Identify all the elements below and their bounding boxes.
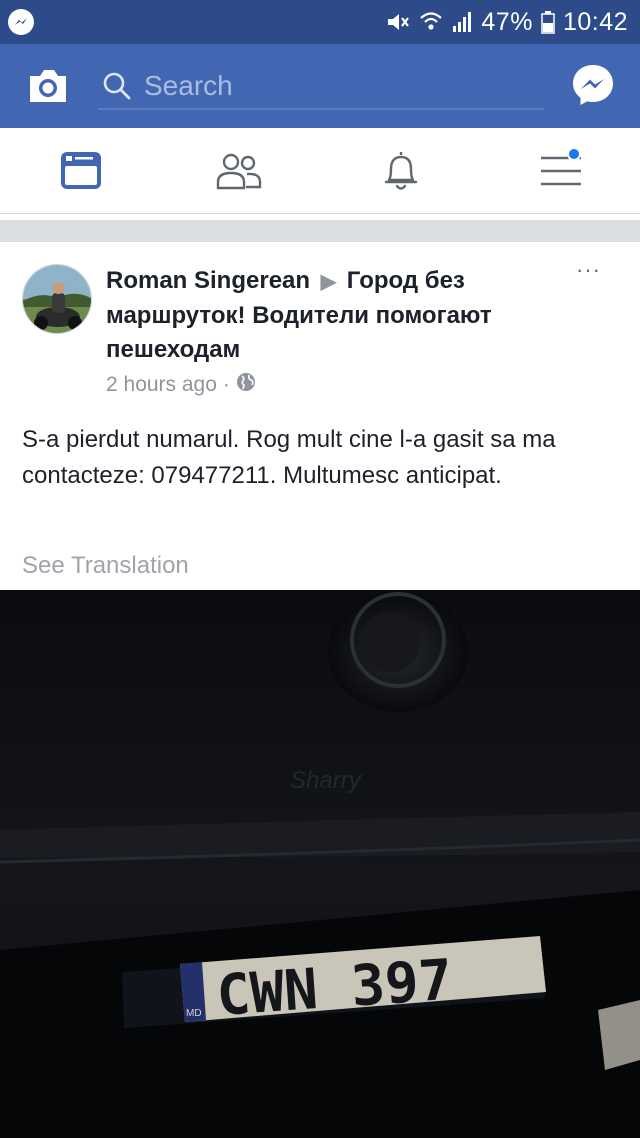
status-icons: 47% 10:42 [385, 0, 628, 44]
messenger-notification-icon [8, 9, 34, 35]
search-bar[interactable] [98, 62, 544, 110]
camera-icon[interactable] [26, 66, 70, 106]
friends-icon [216, 153, 262, 190]
wifi-icon [419, 10, 443, 34]
battery-percent: 47% [481, 7, 533, 36]
tab-notifications[interactable] [376, 146, 426, 196]
menu-badge [567, 147, 581, 161]
post-photo[interactable]: Sharry MD CWN 397 [0, 590, 640, 1138]
globe-icon [236, 372, 256, 398]
messenger-icon[interactable] [570, 62, 616, 108]
bell-icon [384, 152, 418, 190]
post-meta: 2 hours ago · [106, 370, 256, 400]
post-header: Roman Singerean ▶ Город без маршруток! В… [106, 264, 564, 367]
clock: 10:42 [562, 7, 628, 36]
more-icon[interactable]: ··· [576, 259, 610, 284]
share-arrow-icon: ▶ [320, 271, 337, 293]
tab-bar [0, 128, 640, 214]
meta-separator: · [222, 373, 230, 396]
plate-country: MD [186, 1008, 202, 1019]
avatar[interactable] [22, 264, 92, 334]
tab-news-feed[interactable] [56, 146, 106, 196]
app-header [0, 44, 640, 128]
news-feed-icon [61, 152, 101, 189]
svg-text:Sharry: Sharry [290, 767, 363, 794]
search-input[interactable] [144, 68, 534, 104]
signal-icon [451, 11, 473, 33]
tab-friends[interactable] [214, 146, 264, 196]
author-name[interactable]: Roman Singerean [106, 267, 310, 294]
tab-menu[interactable] [536, 146, 586, 196]
mute-icon [385, 10, 411, 34]
battery-icon [541, 10, 555, 34]
search-icon [102, 71, 132, 101]
post-timestamp[interactable]: 2 hours ago [106, 373, 217, 397]
status-bar: 47% 10:42 [0, 0, 640, 44]
post-body: S-a pierdut numarul. Rog mult cine l-a g… [22, 426, 556, 489]
see-translation-link[interactable]: See Translation [22, 552, 189, 580]
feed-post: Roman Singerean ▶ Город без маршруток! В… [0, 242, 640, 590]
feed-separator [0, 220, 640, 242]
